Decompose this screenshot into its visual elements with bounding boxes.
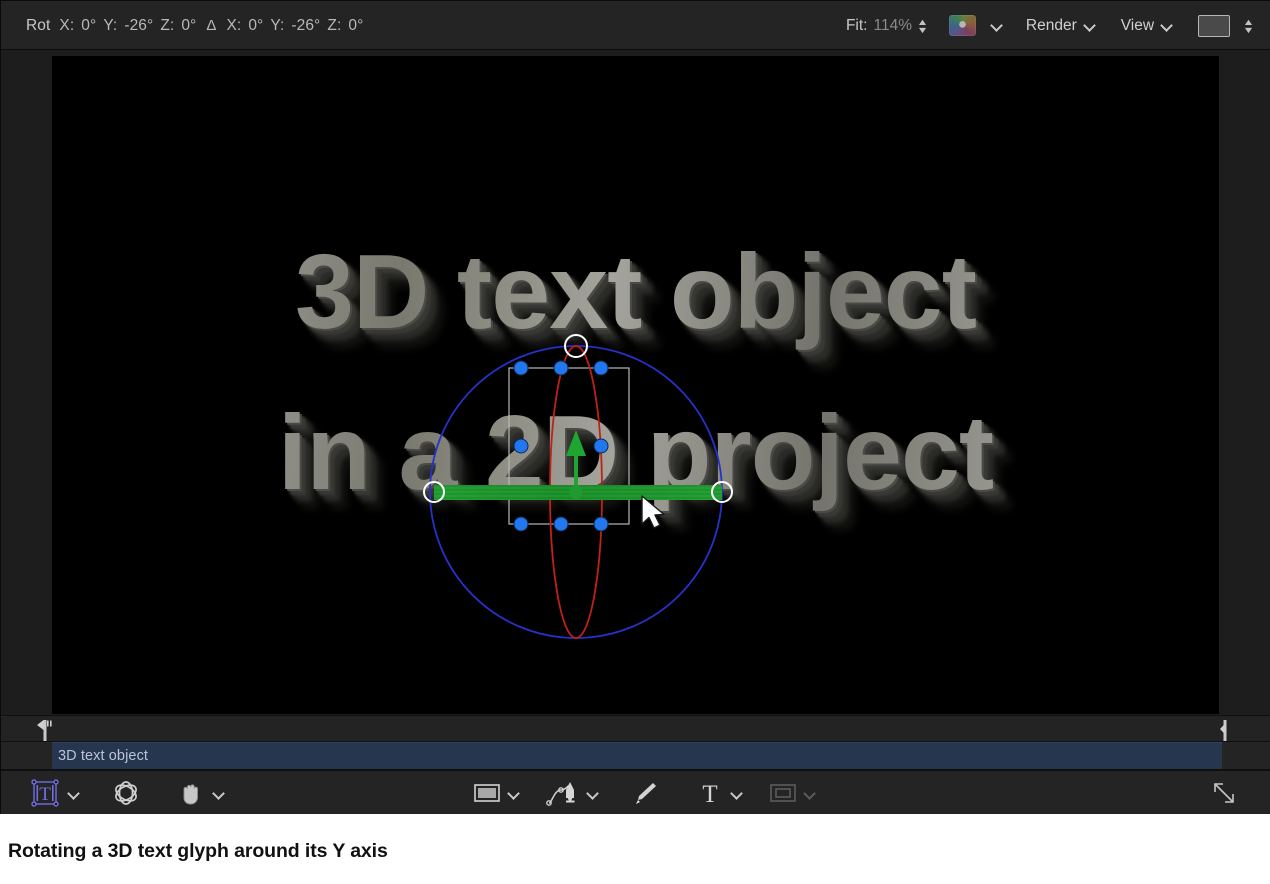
chevron-down-icon[interactable] [68, 787, 81, 800]
text-T-icon: T [696, 779, 724, 807]
color-wheel-icon [949, 15, 976, 36]
chevron-down-icon [991, 19, 1004, 32]
chevron-down-icon[interactable] [508, 787, 521, 800]
fit-value: 114% [873, 17, 912, 35]
chevron-down-icon[interactable] [731, 787, 744, 800]
pen-icon [546, 779, 580, 807]
delta-symbol: Δ [203, 17, 219, 34]
resize-handle[interactable] [1211, 771, 1237, 815]
rotation-manipulator[interactable] [52, 56, 1219, 714]
text-transform-icon: T [29, 777, 61, 809]
up-down-stepper-icon[interactable]: ▲▼ [1244, 16, 1253, 36]
hand-icon [176, 778, 206, 808]
rot-x-label: X: [59, 17, 74, 35]
zoom-fit-control[interactable]: Fit: 114% ▲▼ [846, 16, 927, 36]
timeline-clip-label: 3D text object [52, 748, 148, 764]
view-menu[interactable]: View [1121, 17, 1174, 35]
mask-tool[interactable] [769, 771, 817, 815]
rot-z-label: Z: [160, 17, 174, 35]
top-toolbar-right-group: Fit: 114% ▲▼ Render View [846, 1, 1253, 50]
figure-caption: Rotating a 3D text glyph around its Y ax… [8, 840, 388, 863]
background-swatch-icon [1198, 15, 1230, 37]
view-menu-label: View [1121, 17, 1154, 35]
timeline-panel: 3D text object [1, 715, 1270, 770]
delta-y-value: -26° [291, 17, 320, 35]
orbit-3d-tool[interactable] [111, 771, 141, 815]
mask-rectangle-icon [769, 781, 797, 805]
paint-stroke-tool[interactable] [631, 771, 659, 815]
background-swatch-control[interactable]: ▲▼ [1198, 15, 1253, 37]
bottom-toolbar: T [1, 770, 1270, 814]
in-point-marker-icon[interactable] [37, 720, 53, 741]
delta-x-label: X: [226, 17, 241, 35]
canvas-text-line-2: in a 2D project [52, 393, 1219, 514]
up-down-stepper-icon[interactable]: ▲▼ [918, 16, 927, 36]
bezier-pen-tool[interactable] [546, 771, 600, 815]
delta-x-value: 0° [248, 17, 263, 35]
out-point-marker-icon[interactable] [1217, 720, 1233, 741]
timeline-ruler[interactable] [1, 715, 1270, 742]
screenshot-root: Rot X: 0° Y: -26° Z: 0° Δ X: 0° Y: -26° … [0, 0, 1270, 884]
viewer-canvas[interactable]: 3D text object in a 2D project [52, 56, 1219, 714]
delta-z-value: 0° [348, 17, 363, 35]
shape-tool[interactable] [473, 771, 521, 815]
text-tool[interactable]: T [696, 771, 744, 815]
delta-z-label: Z: [327, 17, 341, 35]
render-menu[interactable]: Render [1026, 17, 1097, 35]
fit-label: Fit: [846, 17, 868, 35]
motion-canvas-window: Rot X: 0° Y: -26° Z: 0° Δ X: 0° Y: -26° … [0, 0, 1270, 814]
svg-text:T: T [39, 784, 51, 805]
svg-text:T: T [702, 781, 717, 807]
orbit-3d-icon [111, 778, 141, 808]
delta-y-label: Y: [270, 17, 284, 35]
chevron-down-icon [1161, 19, 1174, 32]
chevron-down-icon[interactable] [804, 787, 817, 800]
timeline-track: 3D text object [1, 742, 1270, 770]
chevron-down-icon [1084, 19, 1097, 32]
chevron-down-icon[interactable] [587, 787, 600, 800]
transform-text-tool[interactable]: T [29, 771, 81, 815]
render-menu-label: Render [1026, 17, 1077, 35]
paintbrush-icon [631, 779, 659, 807]
chevron-down-icon[interactable] [213, 787, 226, 800]
timeline-clip[interactable]: 3D text object [52, 742, 1222, 769]
rot-z-value: 0° [181, 17, 196, 35]
diagonal-resize-icon [1211, 780, 1237, 806]
color-channels-menu[interactable] [949, 15, 1004, 36]
rot-y-value: -26° [124, 17, 153, 35]
rotation-readout: Rot X: 0° Y: -26° Z: 0° Δ X: 0° Y: -26° … [26, 1, 363, 50]
rot-x-value: 0° [81, 17, 96, 35]
top-toolbar: Rot X: 0° Y: -26° Z: 0° Δ X: 0° Y: -26° … [1, 1, 1270, 50]
pan-tool[interactable] [176, 771, 226, 815]
rectangle-icon [473, 781, 501, 805]
rot-label: Rot [26, 17, 52, 35]
canvas-area: 3D text object in a 2D project [1, 50, 1270, 715]
rot-y-label: Y: [103, 17, 117, 35]
canvas-text-line-1: 3D text object [52, 232, 1219, 353]
